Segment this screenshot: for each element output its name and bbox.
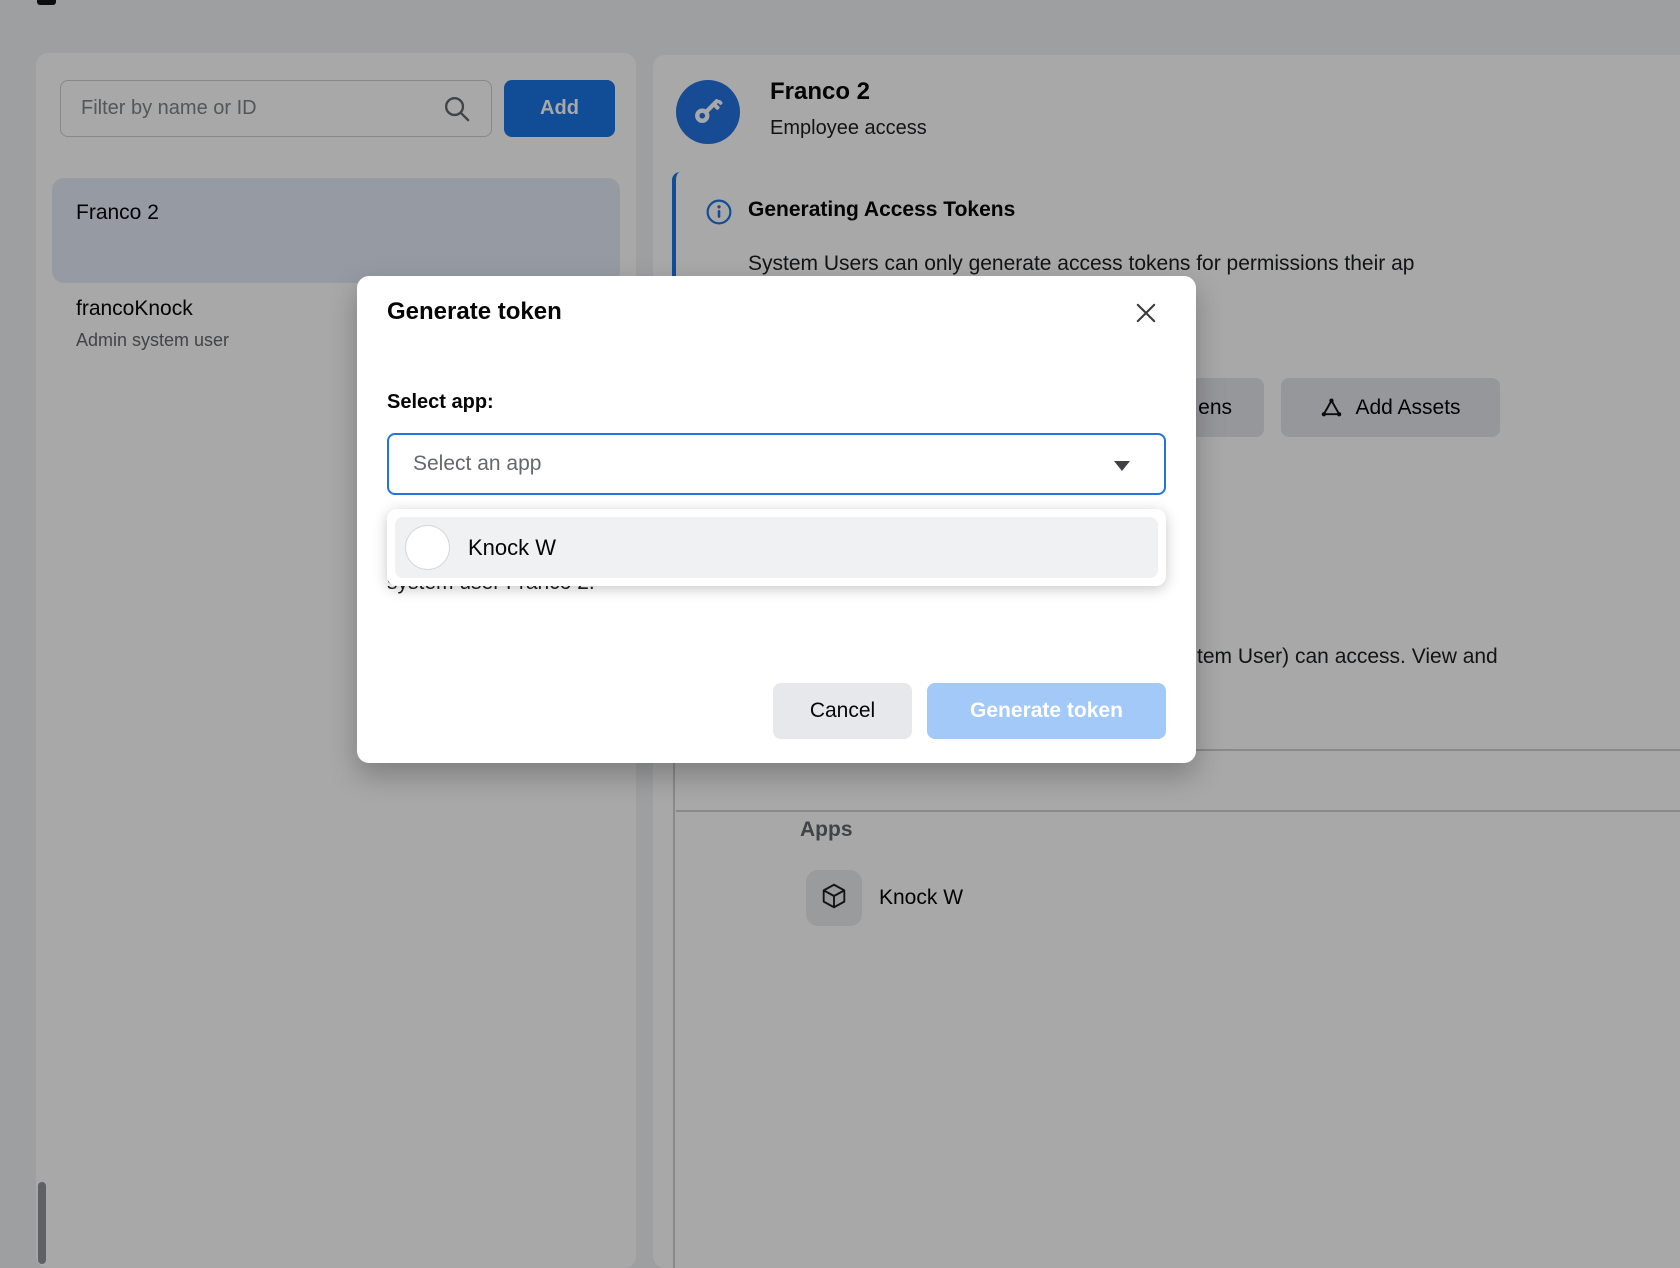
chevron-down-icon bbox=[1114, 461, 1130, 471]
generate-token-button[interactable]: Generate token bbox=[927, 683, 1166, 739]
cancel-button-label: Cancel bbox=[810, 699, 875, 723]
cancel-button[interactable]: Cancel bbox=[773, 683, 912, 739]
generate-token-button-label: Generate token bbox=[970, 699, 1123, 723]
select-app-label: Select app: bbox=[387, 391, 494, 414]
close-button[interactable] bbox=[1125, 294, 1167, 336]
app-option-label: Knock W bbox=[468, 535, 556, 561]
generate-token-modal: Generate token Select app: Select an app… bbox=[357, 276, 1196, 763]
app-select-dropdown: Knock W bbox=[387, 509, 1166, 586]
app-select[interactable]: Select an app bbox=[387, 433, 1166, 495]
app-option-knock-w[interactable]: Knock W bbox=[395, 517, 1158, 578]
modal-title: Generate token bbox=[387, 298, 562, 326]
close-icon bbox=[1132, 299, 1160, 332]
app-option-avatar bbox=[405, 525, 450, 570]
app-select-placeholder: Select an app bbox=[413, 452, 541, 476]
